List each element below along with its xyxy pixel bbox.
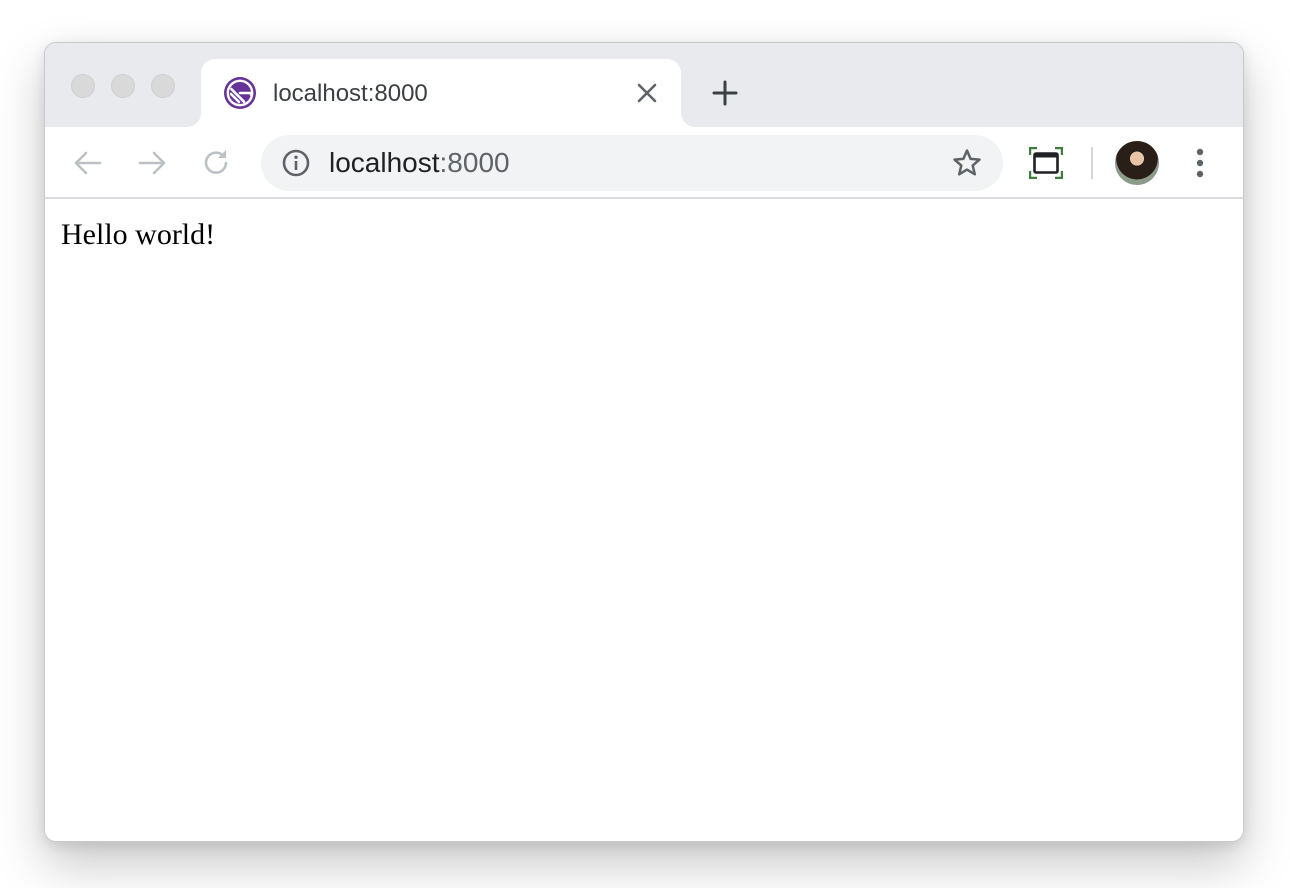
page-viewport: Hello world! bbox=[45, 201, 1243, 841]
window-close-light[interactable] bbox=[71, 74, 95, 98]
url-text[interactable]: localhost:8000 bbox=[329, 146, 510, 180]
url-host: localhost bbox=[329, 147, 440, 178]
window-minimize-light[interactable] bbox=[111, 74, 135, 98]
close-icon[interactable] bbox=[635, 81, 659, 105]
browser-window: localhost:8000 localhost:8000 Hello worl… bbox=[44, 42, 1244, 842]
plus-icon[interactable] bbox=[709, 77, 741, 109]
forward-arrow-icon[interactable] bbox=[135, 146, 169, 180]
window-zoom-light[interactable] bbox=[151, 74, 175, 98]
browser-toolbar: localhost:8000 bbox=[45, 127, 1243, 199]
page-body-text: Hello world! bbox=[61, 218, 216, 251]
tab-strip: localhost:8000 bbox=[45, 43, 1243, 127]
kebab-menu-icon[interactable] bbox=[1185, 145, 1215, 181]
toolbar-divider bbox=[1091, 147, 1093, 179]
gatsby-logo-icon bbox=[224, 77, 256, 109]
star-icon[interactable] bbox=[951, 147, 983, 179]
profile-avatar[interactable] bbox=[1115, 141, 1159, 185]
window-extension-icon[interactable] bbox=[1028, 146, 1064, 180]
back-arrow-icon[interactable] bbox=[71, 146, 105, 180]
tab-title: localhost:8000 bbox=[273, 80, 428, 107]
info-icon[interactable] bbox=[281, 148, 311, 178]
reload-icon[interactable] bbox=[199, 146, 233, 180]
tab-active[interactable]: localhost:8000 bbox=[201, 59, 681, 127]
url-port: :8000 bbox=[439, 147, 510, 178]
address-bar[interactable]: localhost:8000 bbox=[261, 135, 1003, 191]
